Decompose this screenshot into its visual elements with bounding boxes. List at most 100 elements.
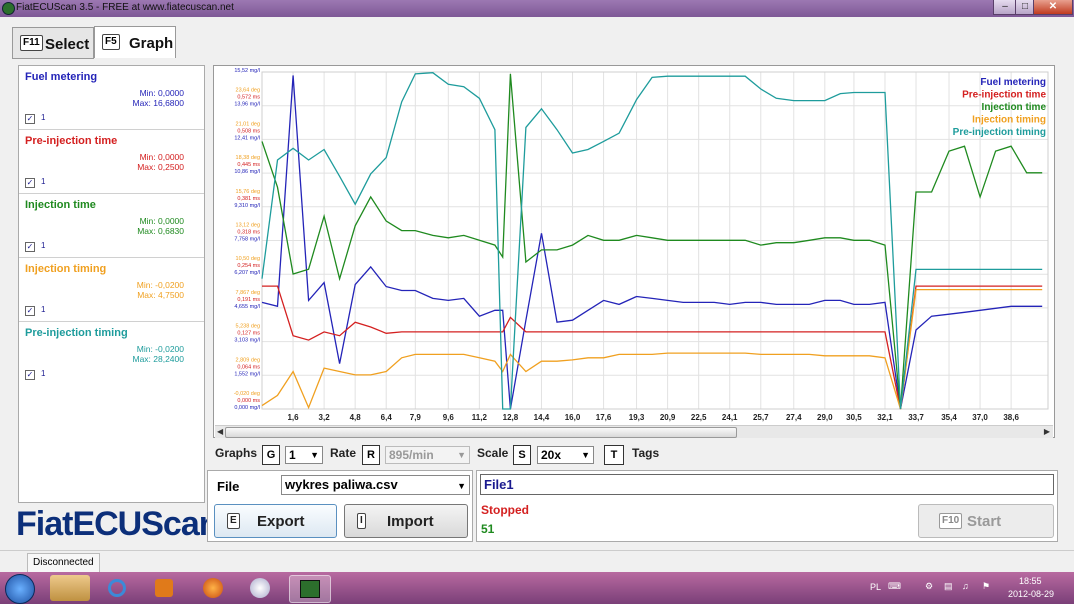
clock-date[interactable]: 2012-08-29 — [1008, 589, 1054, 599]
tab-select-key: F11 — [20, 35, 43, 51]
firefox-icon[interactable] — [193, 575, 233, 601]
signal-checkbox[interactable]: ✓ — [25, 178, 35, 188]
status-filename: File1 — [484, 477, 514, 492]
flag-icon[interactable]: ⚑ — [982, 581, 990, 592]
y-tick-label: 9,310 mg/l — [234, 203, 260, 209]
tab-graph[interactable]: F5 Graph — [94, 26, 176, 58]
y-tick-label: 10,50 deg — [236, 256, 260, 262]
x-tick-label: 11,2 — [472, 413, 488, 422]
taskbar: PL ⌨ ⚙ ▤ ♫ ⚑ 18:55 2012-08-29 — [0, 572, 1074, 604]
chart-grid — [261, 71, 1049, 410]
signal-max: Max: 0,6830 — [137, 226, 184, 236]
fiatecuscan-logo: FiatECUScan — [16, 505, 219, 543]
y-tick-label: 0,064 ms — [237, 364, 260, 370]
signal-item[interactable]: Injection time Min: 0,0000 Max: 0,6830 ✓… — [19, 194, 204, 258]
scale-select[interactable]: 20x ▼ — [537, 446, 594, 464]
start-key: F10 — [939, 513, 963, 529]
internet-explorer-icon[interactable] — [97, 575, 137, 601]
network-icon[interactable]: ▤ — [944, 581, 953, 592]
y-tick-label: 12,41 mg/l — [234, 135, 260, 141]
x-tick-label: 24,1 — [722, 413, 738, 422]
y-tick-label: 4,655 mg/l — [234, 304, 260, 310]
y-tick-label: 0,572 ms — [237, 95, 260, 101]
x-tick-label: 30,5 — [846, 413, 862, 422]
y-tick-label: 2,809 deg — [236, 357, 260, 363]
file-select[interactable]: wykres paliwa.csv ▼ — [281, 475, 470, 495]
scrollbar-thumb[interactable] — [225, 427, 737, 438]
y-tick-label: 15,76 deg — [236, 189, 260, 195]
clock-time[interactable]: 18:55 — [1019, 576, 1042, 586]
signal-item[interactable]: Pre-injection time Min: 0,0000 Max: 0,25… — [19, 130, 204, 194]
chart-scrollbar[interactable]: ◀ ▶ — [215, 425, 1053, 438]
x-tick-label: 3,2 — [319, 413, 331, 422]
volume-icon[interactable]: ♫ — [962, 581, 969, 591]
import-button[interactable]: I Import — [344, 504, 468, 538]
paint-icon[interactable] — [240, 575, 280, 601]
minimize-button[interactable]: – — [993, 0, 1017, 15]
signal-checkbox[interactable]: ✓ — [25, 114, 35, 124]
signal-checkbox[interactable]: ✓ — [25, 370, 35, 380]
signal-min: Min: -0,0200 — [136, 344, 184, 354]
x-tick-label: 22,5 — [691, 413, 707, 422]
connection-status: Disconnected — [27, 553, 100, 573]
start-orb-icon[interactable] — [5, 574, 35, 604]
y-tick-label: 0,000 ms — [237, 398, 260, 404]
signal-name: Injection time — [25, 199, 96, 211]
signal-checkbox[interactable]: ✓ — [25, 242, 35, 252]
legend-entry: Injection time — [982, 102, 1047, 113]
signal-checkbox[interactable]: ✓ — [25, 306, 35, 316]
tags-label[interactable]: Tags — [632, 446, 659, 466]
export-button[interactable]: E Export — [214, 504, 337, 538]
tags-key: T — [604, 445, 624, 465]
signal-min: Min: -0,0200 — [136, 280, 184, 290]
window-title: FiatECUScan 3.5 - FREE at www.fiatecusca… — [16, 2, 234, 13]
x-tick-label: 27,4 — [786, 413, 802, 422]
y-tick-label: 15,52 mg/l — [234, 68, 260, 74]
y-tick-label: 3,103 mg/l — [234, 338, 260, 344]
x-tick-label: 32,1 — [877, 413, 893, 422]
file-select-value: wykres paliwa.csv — [285, 477, 398, 492]
x-tick-label: 12,8 — [503, 413, 519, 422]
signal-item[interactable]: Pre-injection timing Min: -0,0200 Max: 2… — [19, 322, 204, 385]
media-player-icon[interactable] — [144, 575, 184, 601]
tab-select[interactable]: F11 Select — [12, 27, 94, 59]
signal-list: Fuel metering Min: 0,0000 Max: 16,6800 ✓… — [18, 65, 205, 503]
rate-select[interactable]: 895/min ▼ — [385, 446, 470, 464]
maximize-button[interactable]: □ — [1015, 0, 1035, 15]
fiatecuscan-taskbar-icon[interactable] — [289, 575, 331, 603]
rate-label: Rate — [330, 446, 357, 460]
x-tick-label: 14,4 — [534, 413, 550, 422]
language-indicator[interactable]: PL — [870, 582, 881, 592]
signal-max: Max: 4,7500 — [137, 290, 184, 300]
y-tick-label: 13,12 deg — [236, 223, 260, 229]
y-tick-label: 23,64 deg — [236, 88, 260, 94]
status-state: Stopped — [481, 503, 529, 517]
signal-name: Fuel metering — [25, 71, 98, 83]
scroll-right-icon[interactable]: ▶ — [1044, 427, 1050, 436]
scroll-left-icon[interactable]: ◀ — [217, 427, 223, 436]
status-panel: File1 Stopped 51 F10 Start — [476, 470, 1058, 542]
close-button[interactable]: ✕ — [1033, 0, 1073, 15]
graphs-select[interactable]: 1 ▼ — [285, 446, 323, 464]
series-line — [261, 75, 1043, 410]
x-tick-label: 35,4 — [941, 413, 957, 422]
x-tick-label: 29,0 — [817, 413, 833, 422]
keyboard-icon[interactable]: ⌨ — [888, 581, 901, 592]
rate-key: R — [362, 445, 380, 465]
start-button[interactable]: F10 Start — [918, 504, 1054, 538]
signal-graph-index: 1 — [41, 305, 46, 314]
tab-graph-key: F5 — [102, 34, 120, 50]
export-key: E — [227, 513, 240, 529]
legend-entry: Pre-injection timing — [953, 127, 1046, 138]
signal-item[interactable]: Injection timing Min: -0,0200 Max: 4,750… — [19, 258, 204, 322]
explorer-icon[interactable] — [50, 575, 90, 601]
y-tick-label: 18,38 deg — [236, 155, 260, 161]
export-label: Export — [257, 513, 305, 530]
signal-item[interactable]: Fuel metering Min: 0,0000 Max: 16,6800 ✓… — [19, 66, 204, 130]
scale-label: Scale — [477, 446, 509, 460]
x-tick-label: 38,6 — [1003, 413, 1019, 422]
start-label: Start — [967, 513, 1002, 530]
tray-icon[interactable]: ⚙ — [925, 581, 933, 592]
x-tick-label: 4,8 — [350, 413, 362, 422]
statusbar: Disconnected — [0, 550, 1074, 573]
